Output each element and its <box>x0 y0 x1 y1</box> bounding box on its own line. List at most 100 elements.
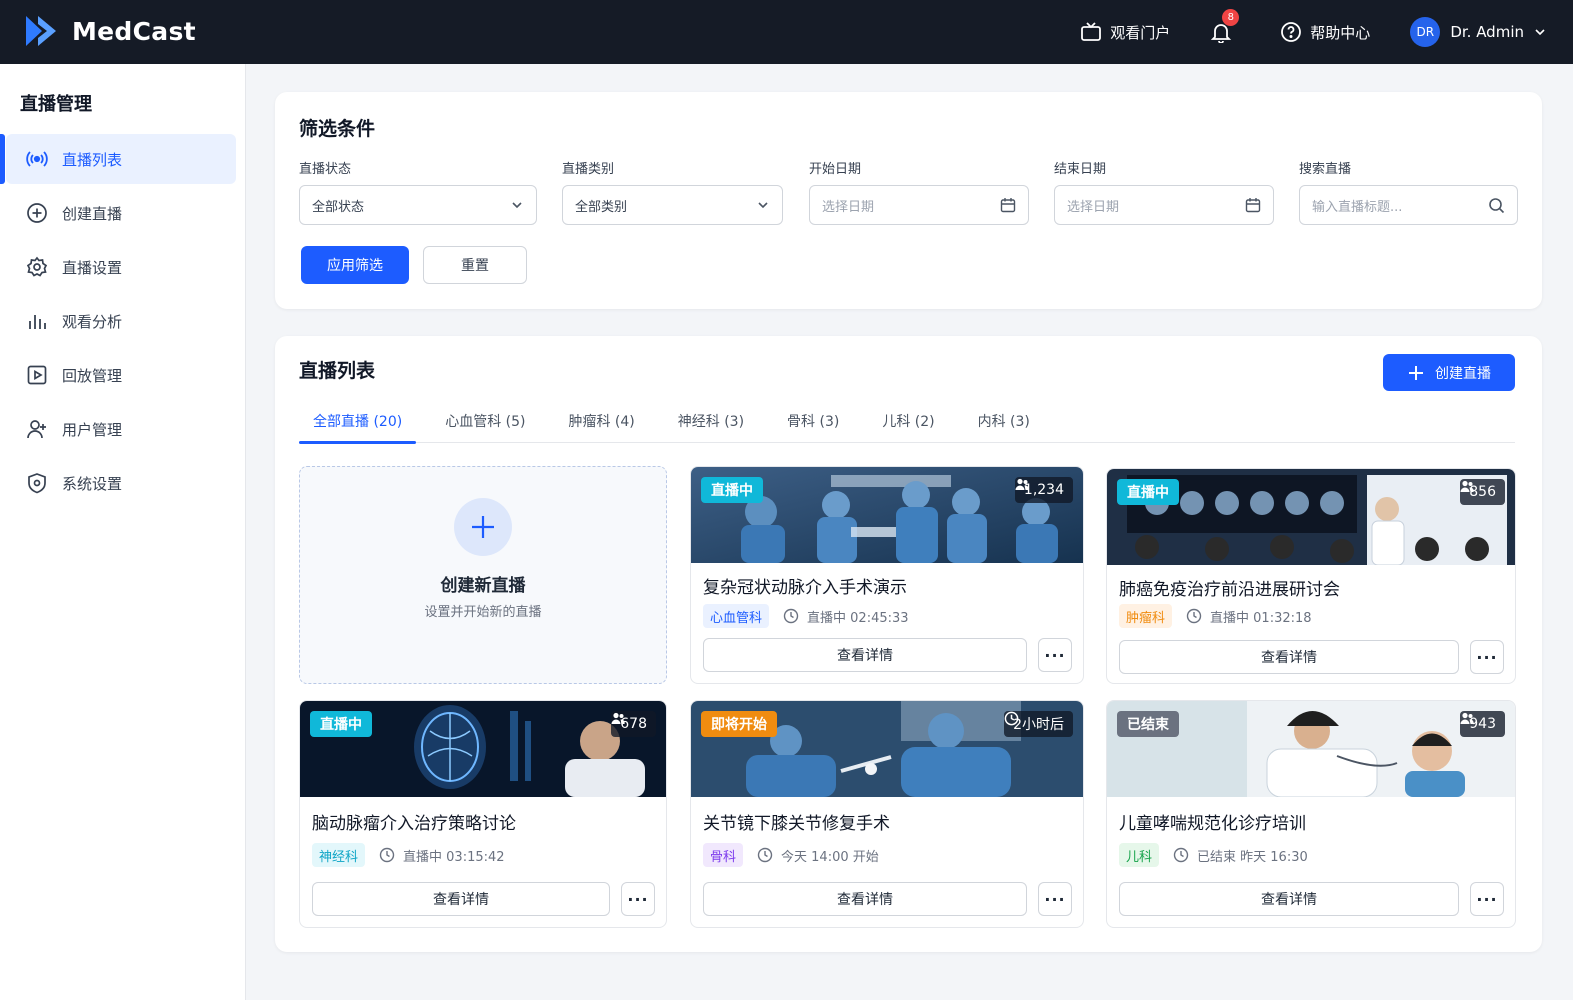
stream-card[interactable]: 直播中 678 脑动脉瘤介入治疗策略讨论 神经科 直播中 03:15:42 查看… <box>299 700 667 928</box>
sidebar-item-user-management[interactable]: 用户管理 <box>6 404 236 454</box>
sidebar-item-label: 系统设置 <box>62 474 123 493</box>
stream-thumbnail: 直播中 856 <box>1107 469 1515 565</box>
stream-title: 肺癌免疫治疗前沿进展研讨会 <box>1119 580 1340 600</box>
stream-time-text: 今天 14:00 开始 <box>781 849 879 865</box>
status-select[interactable]: 全部状态 <box>299 185 537 225</box>
viewer-portal-link[interactable]: 观看门户 <box>1080 21 1170 43</box>
department-tag: 肿瘤科 <box>1119 604 1173 628</box>
start-date-input[interactable]: 选择日期 <box>809 185 1029 225</box>
sidebar-item-stream-settings[interactable]: 直播设置 <box>6 242 236 292</box>
end-date-placeholder: 选择日期 <box>1067 199 1120 215</box>
status-badge: 即将开始 <box>701 711 777 737</box>
stream-thumbnail: 直播中 1,234 <box>691 467 1083 563</box>
countdown-badge: 2小时后 <box>1004 711 1073 737</box>
sidebar-item-label: 用户管理 <box>62 420 123 439</box>
more-options-button[interactable]: ··· <box>621 882 655 916</box>
stream-time: 今天 14:00 开始 <box>757 846 879 865</box>
apply-filter-button[interactable]: 应用筛选 <box>301 246 409 284</box>
stream-card[interactable]: 直播中 856 肺癌免疫治疗前沿进展研讨会 肿瘤科 直播中 01:32:18 查… <box>1106 468 1516 684</box>
plus-circle-icon <box>26 202 48 224</box>
clock-icon <box>757 847 773 863</box>
users-icon <box>1015 478 1029 490</box>
stream-list-panel: 直播列表 创建直播 全部直播 (20) 心血管科 (5) 肿瘤科 (4) 神经科… <box>275 336 1542 952</box>
view-details-button[interactable]: 查看详情 <box>703 882 1027 916</box>
stream-time-text: 已结束 昨天 16:30 <box>1197 849 1308 865</box>
sidebar-item-label: 观看分析 <box>62 312 123 331</box>
stream-time: 直播中 02:45:33 <box>783 607 909 626</box>
reset-button[interactable]: 重置 <box>423 246 527 284</box>
user-plus-icon <box>26 418 48 440</box>
chevron-down-icon <box>1535 29 1545 36</box>
search-placeholder: 输入直播标题... <box>1312 199 1403 215</box>
view-details-button[interactable]: 查看详情 <box>703 638 1027 672</box>
logo[interactable]: MedCast <box>24 14 196 48</box>
plus-icon <box>1409 365 1423 380</box>
view-details-button[interactable]: 查看详情 <box>1119 640 1459 674</box>
sidebar-item-create-stream[interactable]: 创建直播 <box>6 188 236 238</box>
stream-card[interactable]: 直播中 1,234 复杂冠状动脉介入手术演示 心血管科 直播中 02:45:33… <box>690 466 1084 684</box>
users-icon <box>1460 712 1474 724</box>
viewer-count: 943 <box>1460 711 1505 737</box>
category-label: 直播类别 <box>562 162 615 177</box>
calendar-icon <box>1000 198 1016 213</box>
stream-thumbnail: 即将开始 2小时后 <box>691 701 1083 797</box>
sidebar-item-label: 回放管理 <box>62 366 123 385</box>
more-options-button[interactable]: ··· <box>1470 882 1504 916</box>
stream-time-text: 直播中 03:15:42 <box>403 849 505 865</box>
chevron-down-icon <box>512 202 522 209</box>
create-tile-title: 创建新直播 <box>440 576 526 596</box>
help-icon <box>1281 22 1302 42</box>
tab-neurology[interactable]: 神经科 (3) <box>664 398 758 443</box>
status-badge: 直播中 <box>310 711 372 737</box>
list-title: 直播列表 <box>299 360 376 382</box>
play-square-icon <box>26 364 48 386</box>
category-select[interactable]: 全部类别 <box>562 185 783 225</box>
tab-cardiology[interactable]: 心血管科 (5) <box>431 398 539 443</box>
user-menu[interactable]: DR Dr. Admin <box>1410 17 1547 47</box>
viewer-portal-label: 观看门户 <box>1110 23 1171 42</box>
status-badge: 已结束 <box>1117 711 1179 737</box>
top-bar: MedCast 观看门户 8 帮助中心 DR Dr. Admin <box>0 0 1573 64</box>
category-tabs: 全部直播 (20) 心血管科 (5) 肿瘤科 (4) 神经科 (3) 骨科 (3… <box>299 398 1515 444</box>
more-options-button[interactable]: ··· <box>1470 640 1504 674</box>
notifications-button[interactable]: 8 <box>1210 9 1240 43</box>
view-details-button[interactable]: 查看详情 <box>1119 882 1459 916</box>
notification-count: 8 <box>1222 9 1240 26</box>
sidebar-item-replay-management[interactable]: 回放管理 <box>6 350 236 400</box>
stream-card[interactable]: 即将开始 2小时后 关节镜下膝关节修复手术 骨科 今天 14:00 开始 查看详… <box>690 700 1084 928</box>
clock-icon <box>1004 711 1019 726</box>
help-center-link[interactable]: 帮助中心 <box>1280 21 1370 43</box>
tab-internal-medicine[interactable]: 内科 (3) <box>964 398 1044 443</box>
broadcast-icon <box>26 148 48 170</box>
more-options-button[interactable]: ··· <box>1038 638 1072 672</box>
tab-oncology[interactable]: 肿瘤科 (4) <box>554 398 648 443</box>
sidebar-item-system-settings[interactable]: 系统设置 <box>6 458 236 508</box>
stream-time: 直播中 03:15:42 <box>379 846 505 865</box>
users-icon <box>1460 480 1474 492</box>
sidebar-item-view-analytics[interactable]: 观看分析 <box>6 296 236 346</box>
sidebar-item-label: 直播列表 <box>62 150 123 169</box>
stream-title: 关节镜下膝关节修复手术 <box>703 814 890 834</box>
search-label: 搜索直播 <box>1299 162 1352 177</box>
app-name: MedCast <box>72 16 196 46</box>
search-input[interactable]: 输入直播标题... <box>1299 185 1518 225</box>
view-details-button[interactable]: 查看详情 <box>312 882 610 916</box>
clock-icon <box>379 847 395 863</box>
filter-title: 筛选条件 <box>299 118 376 140</box>
stream-card[interactable]: 已结束 943 儿童哮喘规范化诊疗培训 儿科 已结束 昨天 16:30 查看详情… <box>1106 700 1516 928</box>
start-date-placeholder: 选择日期 <box>822 199 875 215</box>
start-date-label: 开始日期 <box>809 162 862 177</box>
more-options-button[interactable]: ··· <box>1038 882 1072 916</box>
create-stream-button[interactable]: 创建直播 <box>1383 354 1515 391</box>
sidebar-item-stream-list[interactable]: 直播列表 <box>0 134 236 184</box>
end-date-input[interactable]: 选择日期 <box>1054 185 1274 225</box>
countdown-value: 2小时后 <box>1013 717 1064 733</box>
create-new-stream-tile[interactable]: 创建新直播 设置并开始新的直播 <box>299 466 667 684</box>
tab-pediatrics[interactable]: 儿科 (2) <box>868 398 948 443</box>
help-center-label: 帮助中心 <box>1310 23 1371 42</box>
tab-all[interactable]: 全部直播 (20) <box>299 398 417 444</box>
stream-time: 直播中 01:32:18 <box>1186 607 1312 626</box>
logo-icon <box>26 16 56 46</box>
department-tag: 儿科 <box>1119 843 1160 867</box>
tab-orthopedics[interactable]: 骨科 (3) <box>773 398 853 443</box>
